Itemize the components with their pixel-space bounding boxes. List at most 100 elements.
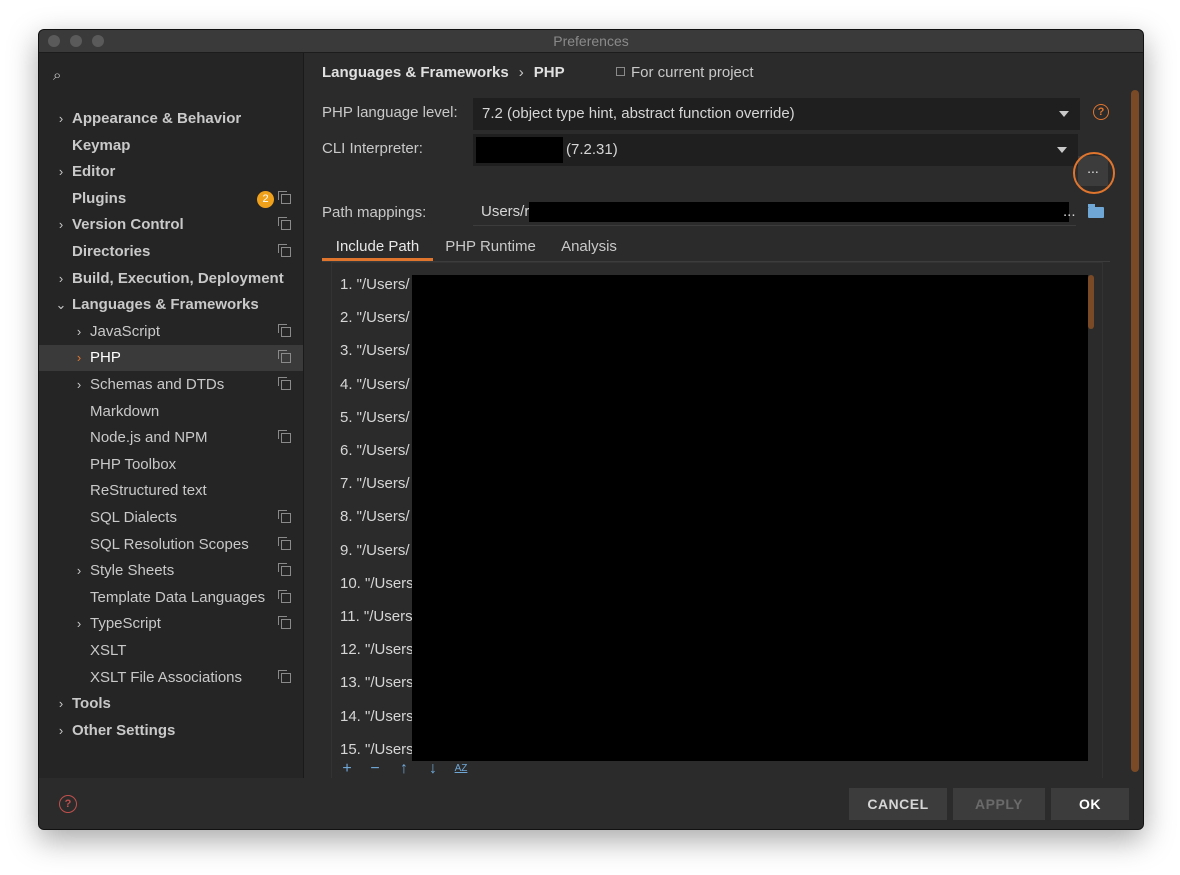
move-up-button[interactable]: ↑ [395,759,413,779]
ok-button[interactable]: OK [1051,788,1129,820]
sidebar-item-schemas-and-dtds[interactable]: › Schemas and DTDs [39,372,303,398]
chevron-right-icon[interactable]: › [73,558,85,584]
chevron-right-icon[interactable]: › [55,691,67,717]
tab-include-path[interactable]: Include Path [322,233,433,261]
language-level-value: 7.2 (object type hint, abstract function… [482,105,795,122]
annotation-highlight-circle [1073,152,1115,194]
sidebar-item-tools[interactable]: › Tools [39,691,303,717]
include-path-list: 1. "/Users/2. "/Users/3. "/Users/4. "/Us… [331,262,1103,786]
sidebar-item-label: PHP Toolbox [90,455,177,473]
chevron-right-icon[interactable]: › [73,345,85,371]
list-item[interactable]: 12. "/Users [340,641,414,658]
sort-button[interactable]: AZ [452,759,470,779]
list-item[interactable]: 6. "/Users/ [340,442,410,459]
chevron-right-icon[interactable]: › [73,372,85,398]
project-scope-icon [278,563,291,577]
sidebar-item-sql-dialects[interactable]: SQL Dialects [39,505,303,531]
chevron-right-icon[interactable]: › [73,319,85,345]
breadcrumb-parent[interactable]: Languages & Frameworks [322,64,509,81]
folder-icon[interactable] [1088,204,1104,218]
language-level-select[interactable]: 7.2 (object type hint, abstract function… [473,98,1080,130]
chevron-right-icon[interactable]: › [55,106,67,132]
sidebar-item-plugins[interactable]: Plugins 2 [39,186,303,212]
sidebar-item-other-settings[interactable]: › Other Settings [39,718,303,744]
cancel-button[interactable]: CANCEL [849,788,947,820]
sidebar-item-label: Build, Execution, Deployment [72,269,284,287]
help-button[interactable]: ? [59,795,77,813]
add-path-button[interactable]: + [338,759,356,779]
sidebar-item-style-sheets[interactable]: › Style Sheets [39,558,303,584]
chevron-right-icon[interactable]: › [55,266,67,292]
tab-analysis[interactable]: Analysis [548,233,630,261]
sidebar-item-languages-frameworks[interactable]: ⌄ Languages & Frameworks [39,292,303,318]
sidebar-item-label: Directories [72,243,151,260]
sidebar-item-template-data-languages[interactable]: Template Data Languages [39,585,303,611]
sidebar-item-xslt-file-associations[interactable]: XSLT File Associations [39,665,303,691]
move-down-button[interactable]: ↓ [424,759,442,779]
project-scope-icon [278,536,291,550]
path-mappings-field[interactable]: Users/r ... [473,199,1076,226]
sidebar-item-editor[interactable]: › Editor [39,159,303,185]
sidebar-item-node-js-and-npm[interactable]: Node.js and NPM [39,425,303,451]
list-item[interactable]: 4. "/Users/ [340,376,410,393]
list-item[interactable]: 9. "/Users/ [340,542,410,559]
apply-button[interactable]: APPLY [953,788,1045,820]
sidebar-item-directories[interactable]: Directories [39,239,303,265]
list-item[interactable]: 1. "/Users/ [340,276,410,293]
list-scrollbar-thumb[interactable] [1088,275,1094,329]
search-icon: ⌕ [53,67,62,84]
sidebar-item-version-control[interactable]: › Version Control [39,212,303,238]
sidebar-item-javascript[interactable]: › JavaScript [39,319,303,345]
list-scrollbar[interactable] [1088,275,1094,761]
list-item[interactable]: 13. "/Users [340,674,414,691]
help-icon[interactable]: ? [1093,104,1109,120]
project-scope-icon [278,323,291,337]
scope-label: For current project [631,64,754,81]
sidebar-item-sql-resolution-scopes[interactable]: SQL Resolution Scopes [39,532,303,558]
project-scope-icon [616,67,625,76]
chevron-right-icon[interactable]: › [55,212,67,238]
list-item[interactable]: 8. "/Users/ [340,508,410,525]
breadcrumb: Languages & Frameworks › PHP [322,64,565,81]
sidebar-item-label: TypeScript [90,615,161,633]
updates-badge: 2 [257,190,274,208]
list-item[interactable]: 7. "/Users/ [340,475,410,492]
path-mappings-value: Users/r [481,203,530,220]
php-settings-panel: Languages & Frameworks › PHP For current p… [304,53,1143,786]
redacted-block [529,202,1069,222]
path-ellipsis: ... [1063,203,1076,220]
tab-php-runtime[interactable]: PHP Runtime [433,233,548,261]
sidebar-item-label: ReStructured text [90,482,207,500]
project-scope-icon [278,377,291,390]
sidebar-item-xslt[interactable]: XSLT [39,638,303,664]
chevron-right-icon[interactable]: › [73,611,85,637]
sidebar-item-php[interactable]: › PHP [39,345,303,372]
sidebar-item-restructured-text[interactable]: ReStructured text [39,478,303,504]
sidebar-item-typescript[interactable]: › TypeScript [39,611,303,637]
remove-path-button[interactable]: − [366,759,384,779]
window-title: Preferences [553,33,629,49]
sidebar-item-keymap[interactable]: Keymap [39,133,303,159]
sidebar-item-build-execution-deployment[interactable]: › Build, Execution, Deployment [39,266,303,292]
project-scope-icon [278,190,291,204]
list-item[interactable]: 10. "/Users [340,575,414,592]
chevron-right-icon[interactable]: › [55,718,67,744]
sidebar-item-label: Version Control [72,216,184,234]
settings-search-input[interactable]: ⌕ [51,67,291,87]
list-item[interactable]: 11. "/Users [340,608,413,625]
sidebar-item-label: SQL Dialects [90,509,177,526]
panel-scrollbar[interactable] [1131,90,1139,772]
list-item[interactable]: 2. "/Users/ [340,309,410,326]
cli-interpreter-select[interactable]: (7.2.31) [473,134,1078,166]
list-item[interactable]: 5. "/Users/ [340,409,410,426]
list-item[interactable]: 3. "/Users/ [340,342,410,359]
list-item[interactable]: 15. "/Users [340,741,414,758]
list-item[interactable]: 14. "/Users [340,708,414,725]
chevron-right-icon[interactable]: › [55,159,67,185]
sidebar-item-markdown[interactable]: Markdown [39,399,303,425]
sidebar-item-appearance-behavior[interactable]: › Appearance & Behavior [39,106,303,132]
sidebar-item-php-toolbox[interactable]: PHP Toolbox [39,452,303,478]
title-bar: Preferences [39,30,1143,53]
sidebar-item-label: Node.js and NPM [90,429,208,447]
chevron-down-icon[interactable]: ⌄ [55,292,67,318]
